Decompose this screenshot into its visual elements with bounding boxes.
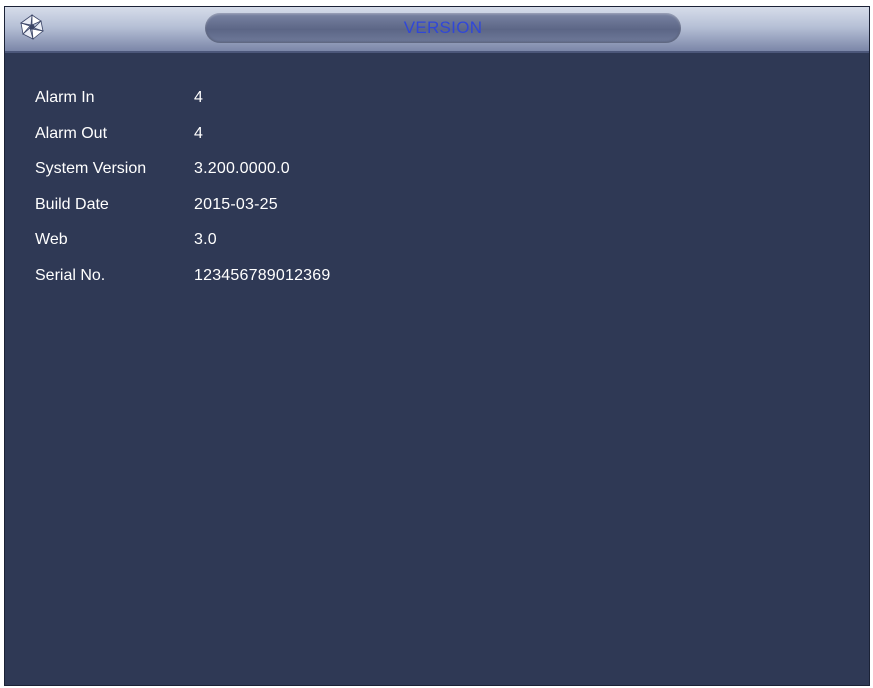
info-label: System Version (35, 160, 147, 177)
info-value: 123456789012369 (194, 266, 331, 284)
info-label: Serial No. (35, 266, 106, 284)
version-window: VERSION Alarm In 4 Alarm Out 4 System Ve… (4, 6, 870, 686)
info-value: 3.200.0000.0 (194, 160, 290, 177)
info-label: Web (35, 231, 68, 248)
title-pill: VERSION (205, 13, 681, 43)
dahua-logo-icon (17, 12, 47, 42)
info-label: Alarm Out (35, 124, 108, 142)
info-value: 4 (194, 124, 204, 142)
info-value: 2015-03-25 (194, 195, 278, 213)
info-label: Alarm In (35, 89, 95, 106)
info-value: 3.0 (194, 231, 217, 248)
window-title: VERSION (403, 18, 483, 37)
info-value: 4 (194, 89, 204, 106)
title-bar: VERSION (5, 7, 869, 53)
info-label: Build Date (35, 195, 109, 213)
